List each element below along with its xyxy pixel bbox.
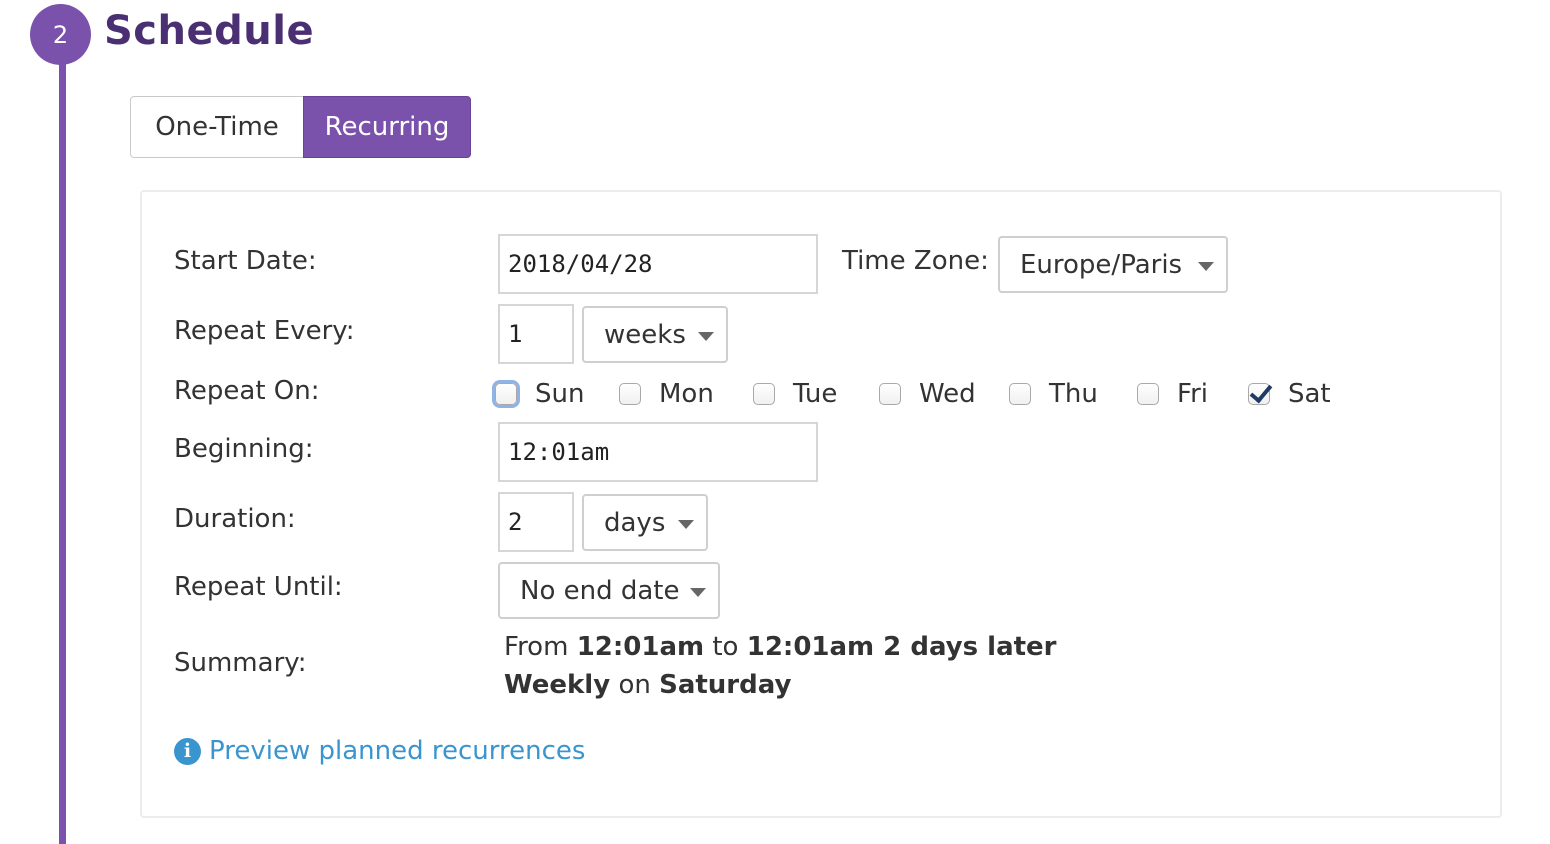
recurring-button[interactable]: Recurring — [303, 96, 471, 158]
summary-to: to — [712, 632, 739, 662]
summary-label: Summary: — [174, 648, 307, 678]
checkbox[interactable] — [619, 383, 641, 405]
summary-line-2: Weekly on Saturday — [504, 666, 1057, 704]
time-zone-value: Europe/Paris — [1020, 249, 1183, 280]
day-label: Sun — [535, 379, 585, 409]
day-checkbox-mon[interactable]: Mon — [619, 378, 714, 410]
time-zone-label: Time Zone: — [842, 246, 989, 276]
day-label: Mon — [659, 379, 714, 409]
checkbox[interactable] — [1248, 383, 1270, 405]
preview-recurrences-label[interactable]: Preview planned recurrences — [209, 736, 585, 766]
duration-unit-value: days — [604, 507, 666, 538]
day-checkbox-sun[interactable]: Sun — [495, 378, 584, 410]
summary-frequency: Weekly — [504, 670, 611, 700]
day-checkbox-thu[interactable]: Thu — [1009, 378, 1098, 410]
beginning-time-input[interactable]: 12:01am — [498, 422, 818, 482]
repeat-until-value: No end date — [520, 575, 680, 606]
checkbox[interactable] — [879, 383, 901, 405]
day-label: Sat — [1288, 379, 1331, 409]
duration-input[interactable]: 2 — [498, 492, 574, 552]
summary-day: Saturday — [659, 670, 792, 700]
step-number-badge: 2 — [30, 4, 91, 65]
day-checkbox-sat[interactable]: Sat — [1248, 378, 1331, 410]
repeat-on-label: Repeat On: — [174, 376, 320, 406]
time-zone-select[interactable]: Europe/Paris — [998, 236, 1228, 293]
checkbox[interactable] — [753, 383, 775, 405]
day-checkbox-tue[interactable]: Tue — [753, 378, 837, 410]
checkbox[interactable] — [495, 383, 517, 405]
day-checkbox-wed[interactable]: Wed — [879, 378, 976, 410]
start-date-input[interactable]: 2018/04/28 — [498, 234, 818, 294]
step-timeline-line — [59, 40, 66, 844]
chevron-down-icon — [1198, 262, 1214, 271]
day-checkbox-fri[interactable]: Fri — [1137, 378, 1208, 410]
summary-start-time: 12:01am — [576, 632, 705, 662]
checkbox[interactable] — [1009, 383, 1031, 405]
summary-line-1: From 12:01am to 12:01am 2 days later — [504, 628, 1057, 666]
chevron-down-icon — [678, 520, 694, 529]
beginning-label: Beginning: — [174, 434, 314, 464]
chevron-down-icon — [698, 332, 714, 341]
recurring-settings-panel — [140, 190, 1502, 818]
start-date-label: Start Date: — [174, 246, 317, 276]
day-label: Tue — [793, 379, 838, 409]
day-label: Wed — [919, 379, 976, 409]
summary-on: on — [618, 670, 651, 700]
repeat-until-label: Repeat Until: — [174, 572, 343, 602]
preview-recurrences-link[interactable]: i Preview planned recurrences — [174, 736, 585, 766]
repeat-until-select[interactable]: No end date — [498, 562, 720, 619]
repeat-every-label: Repeat Every: — [174, 316, 355, 346]
info-circle-icon: i — [174, 737, 201, 765]
summary-text: From 12:01am to 12:01am 2 days later Wee… — [504, 628, 1057, 704]
repeat-every-unit-value: weeks — [604, 319, 686, 350]
duration-label: Duration: — [174, 504, 296, 534]
duration-unit-select[interactable]: days — [582, 494, 708, 551]
day-label: Thu — [1049, 379, 1098, 409]
schedule-type-toggle: One-Time Recurring — [130, 96, 471, 158]
day-label: Fri — [1177, 379, 1208, 409]
repeat-every-unit-select[interactable]: weeks — [582, 306, 728, 363]
one-time-button[interactable]: One-Time — [130, 96, 303, 158]
section-title: Schedule — [104, 8, 315, 54]
repeat-every-input[interactable]: 1 — [498, 304, 574, 364]
chevron-down-icon — [690, 588, 706, 597]
summary-end: 12:01am 2 days later — [746, 632, 1057, 662]
summary-from: From — [504, 632, 569, 662]
checkbox[interactable] — [1137, 383, 1159, 405]
